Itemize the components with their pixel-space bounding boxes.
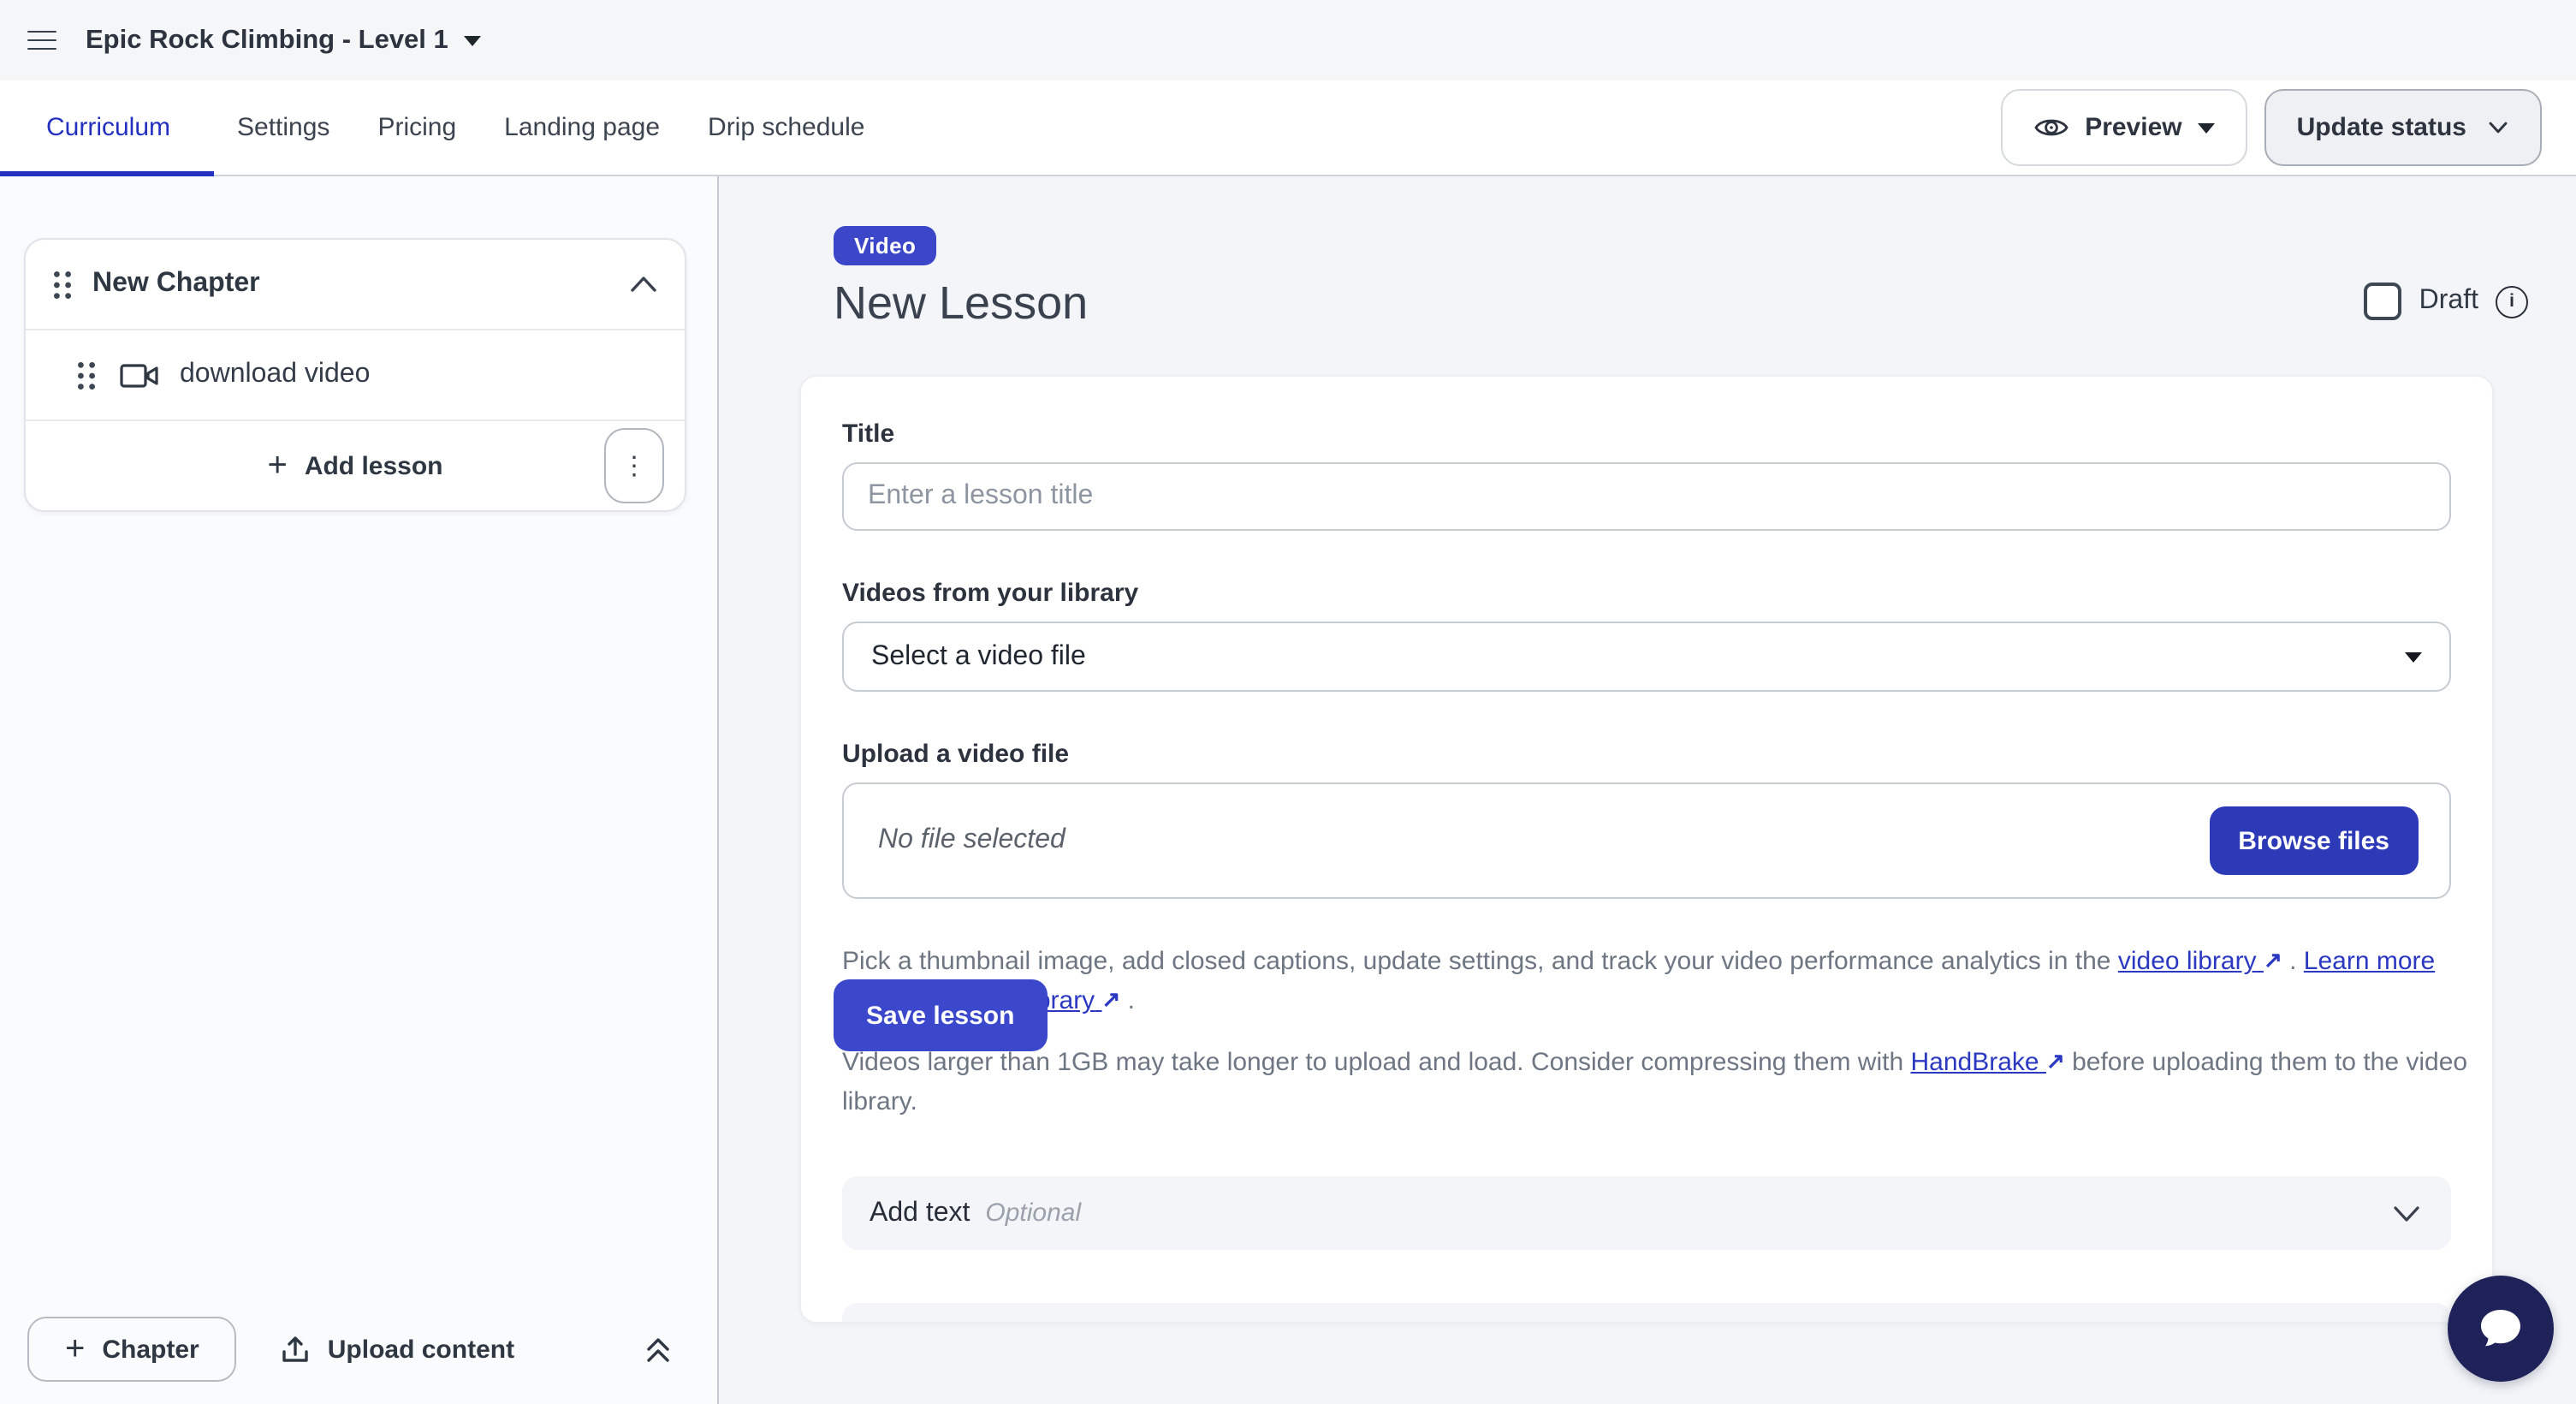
upload-content-button[interactable]: Upload content	[282, 1335, 514, 1364]
help-text: .	[1120, 987, 1135, 1016]
file-upload-box: No file selected Browse files	[842, 783, 2451, 900]
tab-label: Curriculum	[46, 113, 170, 142]
chapter-card: New Chapter download video + Add lesson …	[24, 238, 686, 512]
plus-icon: +	[65, 1332, 85, 1366]
lesson-title: download video	[180, 360, 370, 390]
course-title-dropdown[interactable]: Epic Rock Climbing - Level 1	[86, 25, 481, 56]
video-library-select[interactable]: Select a video file	[842, 622, 2451, 693]
help-text: Pick a thumbnail image, add closed capti…	[842, 948, 2118, 977]
add-chapter-button[interactable]: + Chapter	[27, 1317, 237, 1382]
link-label: video library	[2118, 948, 2257, 977]
add-lesson-button[interactable]: + Add lesson	[267, 449, 442, 483]
help-text: .	[2282, 948, 2304, 977]
tab-label: Drip schedule	[708, 113, 864, 142]
kebab-icon: ⋮	[621, 450, 647, 481]
external-link-icon: ↗	[2046, 1042, 2065, 1081]
add-lesson-label: Add lesson	[305, 451, 443, 480]
lesson-row[interactable]: download video	[26, 329, 685, 419]
chapter-header-row[interactable]: New Chapter	[26, 240, 685, 329]
tab-bar: Curriculum Settings Pricing Landing page…	[0, 80, 2576, 176]
preview-button[interactable]: Preview	[2001, 89, 2247, 166]
caret-down-icon	[2405, 652, 2422, 663]
plus-icon: +	[267, 449, 287, 483]
tabbar-actions: Preview Update status	[2001, 89, 2576, 166]
external-link-icon: ↗	[1102, 980, 1121, 1020]
chapter-collapse-icon[interactable]	[630, 276, 657, 293]
upload-content-label: Upload content	[328, 1335, 514, 1364]
tab-drip-schedule[interactable]: Drip schedule	[684, 80, 888, 175]
hamburger-menu-icon[interactable]	[27, 30, 56, 51]
help-text: Videos larger than 1GB may take longer t…	[842, 1049, 1911, 1078]
course-admin-app: Epic Rock Climbing - Level 1 Curriculum …	[0, 0, 2576, 1404]
chapter-title: New Chapter	[92, 269, 260, 300]
browse-files-button[interactable]: Browse files	[2209, 807, 2419, 876]
lesson-form-card: Title Videos from your library Select a …	[799, 376, 2494, 1324]
link-label: HandBrake	[1911, 1049, 2039, 1078]
tab-landing-page[interactable]: Landing page	[480, 80, 684, 175]
compression-help-text: Videos larger than 1GB may take longer t…	[842, 1044, 2494, 1122]
select-value: Select a video file	[871, 642, 1086, 673]
caret-down-icon	[464, 35, 481, 45]
caret-down-icon	[2198, 122, 2215, 133]
add-chapter-label: Chapter	[102, 1335, 199, 1364]
chevron-down-icon	[2487, 116, 2509, 139]
handbrake-link[interactable]: HandBrake ↗	[1911, 1049, 2065, 1078]
add-lesson-row: + Add lesson ⋮	[26, 419, 685, 510]
chat-widget-button[interactable]	[2448, 1276, 2554, 1382]
draft-checkbox[interactable]	[2365, 283, 2402, 321]
video-library-help-text: Pick a thumbnail image, add closed capti…	[842, 943, 2494, 1021]
drag-handle-icon[interactable]	[77, 360, 96, 390]
sidebar-footer: + Chapter Upload content	[0, 1317, 717, 1382]
curriculum-sidebar: New Chapter download video + Add lesson …	[0, 176, 719, 1404]
tab-settings[interactable]: Settings	[213, 80, 353, 175]
upload-icon	[282, 1335, 311, 1364]
lesson-title-input[interactable]	[842, 463, 2451, 532]
preview-label: Preview	[2085, 113, 2181, 142]
course-title: Epic Rock Climbing - Level 1	[86, 25, 448, 56]
tab-pricing[interactable]: Pricing	[353, 80, 480, 175]
tab-label: Settings	[237, 113, 329, 142]
add-text-accordion[interactable]: Add text Optional	[842, 1177, 2451, 1251]
eye-icon	[2033, 115, 2069, 140]
draft-toggle-group: Draft i	[2365, 283, 2528, 331]
tab-label: Landing page	[504, 113, 660, 142]
library-label: Videos from your library	[842, 580, 2451, 609]
add-downloads-accordion[interactable]: Add downloads Optional	[842, 1304, 2451, 1324]
lesson-heading-group: Video New Lesson	[834, 226, 1088, 331]
info-icon[interactable]: i	[2496, 286, 2528, 318]
video-camera-icon	[120, 362, 159, 388]
add-text-label: Add text	[870, 1199, 970, 1229]
tabs: Curriculum Settings Pricing Landing page…	[0, 80, 888, 175]
lesson-header: Video New Lesson Draft i	[834, 226, 2528, 331]
save-lesson-button[interactable]: Save lesson	[834, 979, 1047, 1051]
update-status-label: Update status	[2297, 113, 2466, 142]
lesson-editor: Video New Lesson Draft i Title Videos fr…	[719, 176, 2576, 1404]
chapter-options-button[interactable]: ⋮	[604, 428, 664, 503]
optional-label: Optional	[985, 1199, 1081, 1228]
chat-bubble-icon	[2473, 1303, 2528, 1354]
collapse-all-icon[interactable]	[644, 1334, 690, 1365]
page-title: New Lesson	[834, 276, 1088, 331]
topbar: Epic Rock Climbing - Level 1	[0, 0, 2576, 80]
chevron-down-icon	[2393, 1205, 2420, 1223]
tab-curriculum[interactable]: Curriculum	[0, 80, 213, 175]
video-library-link[interactable]: video library ↗	[2118, 948, 2282, 977]
upload-label: Upload a video file	[842, 741, 2451, 770]
lesson-type-badge: Video	[834, 226, 936, 265]
tab-label: Pricing	[377, 113, 456, 142]
title-label: Title	[842, 420, 2451, 449]
draft-label: Draft	[2419, 287, 2478, 318]
external-link-icon: ↗	[2264, 941, 2282, 980]
update-status-button[interactable]: Update status	[2264, 89, 2542, 166]
drag-handle-icon[interactable]	[53, 270, 72, 299]
no-file-text: No file selected	[878, 826, 1065, 857]
